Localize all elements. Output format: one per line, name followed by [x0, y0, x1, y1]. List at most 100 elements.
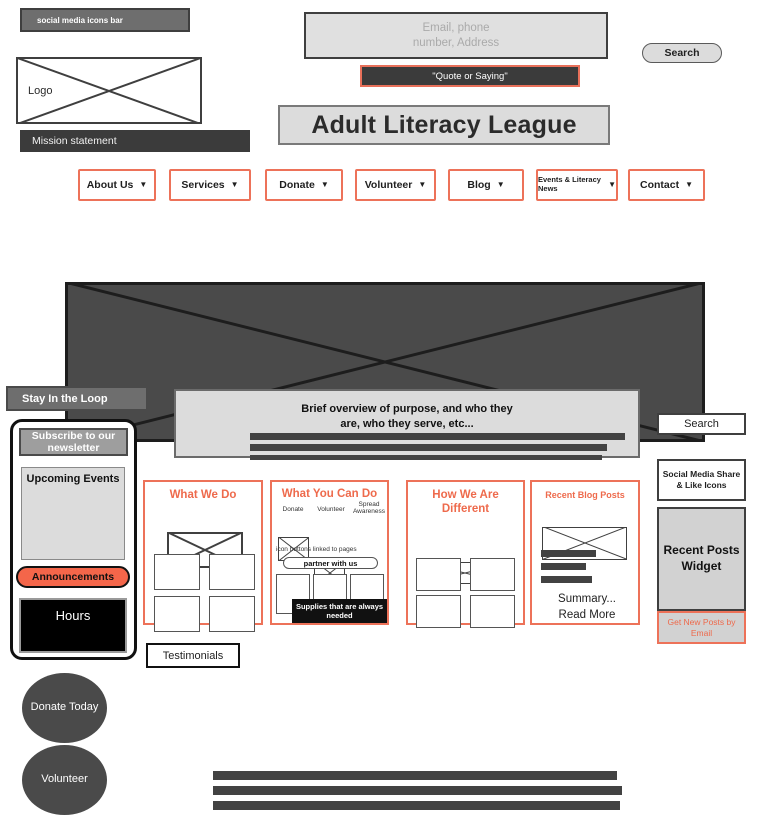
subscribe-label: Subscribe to our newsletter — [31, 429, 116, 454]
card-what-we-do[interactable]: What We Do — [143, 480, 263, 632]
stay-in-the-loop-label: Stay In the Loop — [22, 392, 108, 405]
icon-buttons-caption: icon buttons linked to pages — [276, 546, 357, 553]
recent-posts-widget[interactable]: Recent Posts Widget — [657, 507, 746, 611]
overview-panel: Brief overview of purpose, and who they … — [174, 389, 640, 460]
nav-item-contact[interactable]: Contact ▼ — [628, 169, 705, 201]
overview-text-bar — [250, 444, 607, 451]
page-title: Adult Literacy League — [278, 105, 610, 145]
blog-text-bar — [541, 576, 592, 583]
mission-statement-bar: Mission statement — [20, 130, 250, 152]
chevron-down-icon: ▼ — [139, 180, 148, 189]
supplies-needed-banner: Supplies that are always needed — [292, 599, 387, 623]
footer-text-bar — [213, 801, 620, 810]
icon-label-spread-awareness: Spread Awareness — [352, 501, 386, 516]
upcoming-events-box[interactable]: Upcoming Events — [21, 467, 125, 560]
volunteer-button[interactable]: Volunteer — [22, 745, 107, 815]
chevron-down-icon: ▼ — [418, 180, 427, 189]
partner-with-us-button[interactable]: partner with us — [283, 557, 378, 569]
card-recent-blog-posts[interactable]: Recent Blog Posts Summary... Read More — [530, 480, 640, 625]
logo-placeholder[interactable]: Logo — [16, 57, 202, 124]
supplies-needed-label: Supplies that are always needed — [295, 601, 384, 620]
nav-item-services[interactable]: Services ▼ — [169, 169, 251, 201]
icon-label-volunteer: Volunteer — [317, 506, 345, 513]
nav-item-about-us[interactable]: About Us ▼ — [78, 169, 156, 201]
nav-item-blog[interactable]: Blog ▼ — [448, 169, 524, 201]
nav-item-volunteer[interactable]: Volunteer ▼ — [355, 169, 436, 201]
contact-line-1: Email, phone — [422, 22, 490, 35]
nav-item-events-literacy-news[interactable]: Events & Literacy News ▼ — [536, 169, 618, 201]
card-what-you-can-do-title: What You Can Do — [281, 488, 378, 500]
announcements-button[interactable]: Announcements — [16, 566, 130, 588]
mission-statement-label: Mission statement — [32, 135, 117, 147]
social-media-icons-bar-label: social media icons bar — [37, 15, 123, 25]
overview-text: Brief overview of purpose, and who they … — [176, 391, 638, 432]
nav-label: About Us — [86, 179, 134, 191]
testimonials-label-text: Testimonials — [162, 649, 224, 662]
sidebar-search-label: Search — [684, 418, 719, 430]
quote-banner: "Quote or Saying" — [360, 65, 580, 87]
header-search-label: Search — [664, 47, 700, 59]
footer-text-bar — [213, 786, 622, 795]
get-new-posts-label: Get New Posts by Email — [667, 616, 736, 638]
image-placeholder — [209, 554, 255, 590]
card-what-you-can-do[interactable]: What You Can Do Donate Volunteer Spread … — [270, 480, 389, 625]
wireframe-canvas: social media icons bar Logo Mission stat… — [0, 0, 768, 819]
image-placeholder — [416, 558, 461, 591]
footer-text-bar — [213, 771, 617, 780]
hours-label: Hours — [55, 608, 91, 623]
chevron-down-icon: ▼ — [230, 180, 239, 189]
nav-label: Blog — [467, 179, 491, 191]
chevron-down-icon: ▼ — [496, 180, 505, 189]
recent-posts-widget-label: Recent Posts Widget — [663, 543, 740, 573]
sidebar-search-button[interactable]: Search — [657, 413, 746, 435]
social-share-icons-label: Social Media Share & Like Icons — [662, 468, 741, 490]
nav-label: Volunteer — [364, 179, 413, 191]
donate-today-label: Donate Today — [30, 701, 99, 714]
blog-summary: Summary... Read More — [532, 592, 642, 623]
image-placeholder — [416, 595, 461, 628]
card-how-we-are-different[interactable]: How We Are Different — [406, 480, 525, 628]
blog-text-bar — [541, 563, 586, 570]
hours-box: Hours — [19, 598, 127, 653]
social-share-icons-box[interactable]: Social Media Share & Like Icons — [657, 459, 746, 501]
blog-read-more-link[interactable]: Read More — [532, 608, 642, 624]
chevron-down-icon: ▼ — [320, 180, 329, 189]
header-search-button[interactable]: Search — [642, 43, 722, 63]
image-placeholder — [154, 554, 200, 590]
icon-label-donate: Donate — [282, 506, 304, 513]
nav-label: Contact — [639, 179, 680, 191]
card-how-we-are-different-title: How We Are Different — [432, 489, 499, 515]
announcements-label: Announcements — [31, 571, 115, 583]
image-placeholder — [470, 558, 515, 591]
testimonials-label: Testimonials — [146, 643, 240, 668]
overview-line-1: Brief overview of purpose, and who they — [301, 403, 513, 415]
subscribe-newsletter-button[interactable]: Subscribe to our newsletter — [19, 428, 128, 456]
contact-line-2: number, Address — [412, 36, 500, 49]
card-what-we-do-title: What We Do — [169, 489, 237, 501]
donate-today-button[interactable]: Donate Today — [22, 673, 107, 743]
nav-item-donate[interactable]: Donate ▼ — [265, 169, 343, 201]
overview-text-bar — [250, 455, 602, 460]
nav-label: Services — [181, 179, 225, 191]
upcoming-events-label: Upcoming Events — [26, 473, 120, 485]
quote-text: "Quote or Saying" — [432, 70, 508, 82]
card-recent-blog-posts-title: Recent Blog Posts — [545, 490, 625, 500]
image-placeholder — [209, 596, 255, 632]
contact-info-block: Email, phone number, Address — [304, 12, 608, 59]
blog-text-bar — [541, 550, 596, 557]
site-title-text: Adult Literacy League — [311, 110, 577, 139]
volunteer-label: Volunteer — [41, 773, 88, 786]
chevron-down-icon: ▼ — [608, 180, 616, 189]
get-new-posts-by-email-button[interactable]: Get New Posts by Email — [657, 611, 746, 644]
nav-label: Donate — [279, 179, 315, 191]
overview-line-2: are, who they serve, etc... — [340, 417, 474, 430]
overview-text-bar — [250, 433, 625, 440]
nav-label: Events & Literacy News — [538, 175, 601, 193]
stay-in-the-loop-header: Stay In the Loop — [6, 386, 148, 411]
partner-with-us-label: partner with us — [303, 558, 358, 568]
social-media-icons-bar[interactable]: social media icons bar — [20, 8, 190, 32]
blog-summary-text: Summary... — [558, 593, 616, 605]
image-placeholder — [470, 595, 515, 628]
image-placeholder — [154, 596, 200, 632]
logo-label: Logo — [28, 84, 53, 97]
